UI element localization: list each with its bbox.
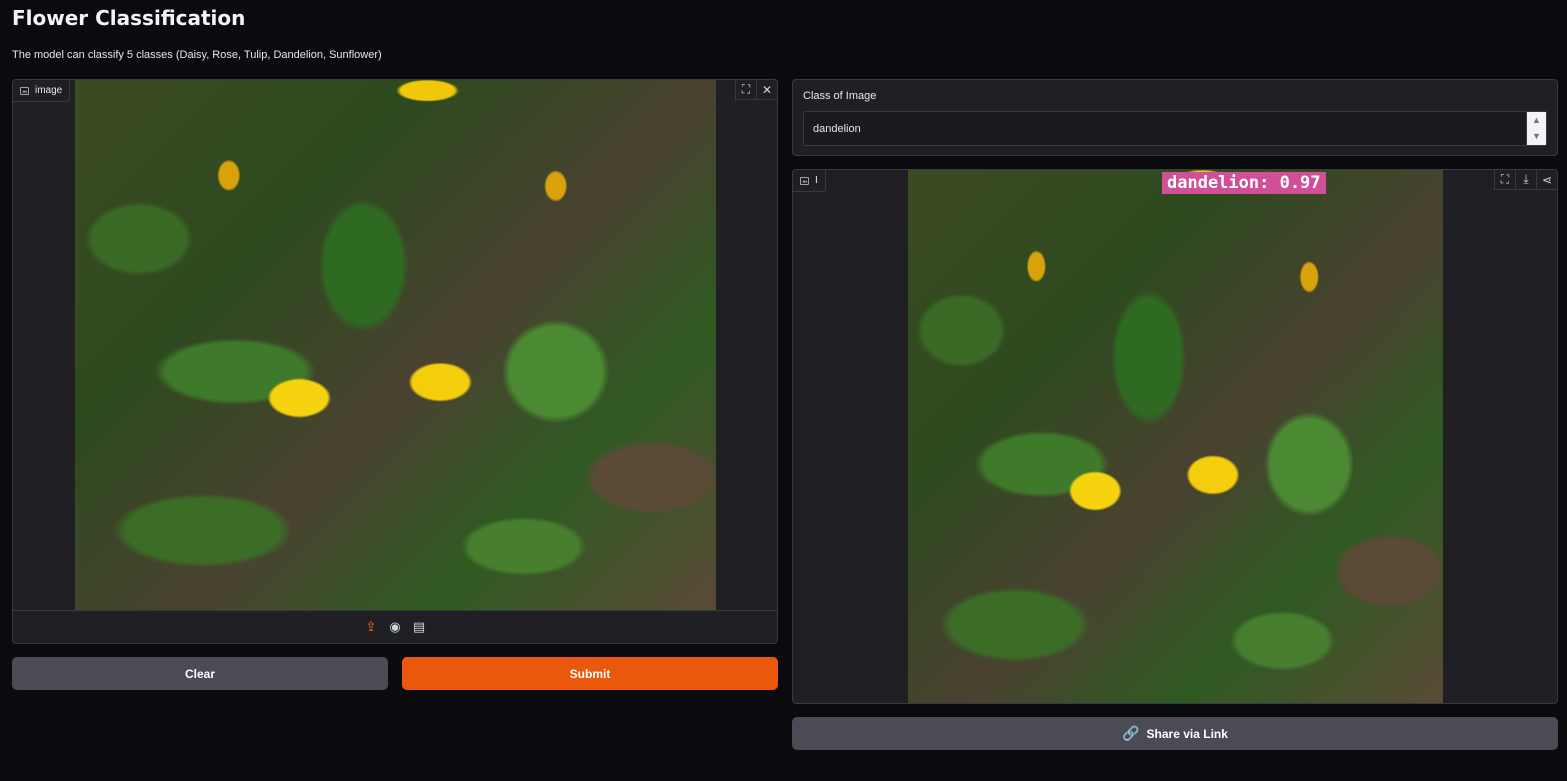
upload-icon[interactable]: ⇪ [364, 619, 378, 635]
image-source-bar: ⇪ ◉ ▤ [13, 610, 777, 643]
class-output-label: Class of Image [803, 90, 877, 102]
page-description: The model can classify 5 classes (Daisy,… [12, 49, 382, 61]
input-image-toolbar: ⛶ ✕ [735, 80, 777, 100]
input-image-label-text: image [35, 85, 63, 96]
fullscreen-icon[interactable]: ⛶ [1494, 170, 1515, 190]
arrow-up-icon[interactable]: ▲ [1532, 115, 1541, 125]
input-image-panel: image ⛶ ✕ ⇪ ◉ ▤ [12, 79, 778, 644]
download-icon[interactable]: ⤓ [1515, 170, 1536, 190]
close-icon[interactable]: ✕ [756, 80, 777, 100]
share-icon[interactable]: ⋖ [1536, 170, 1557, 190]
clipboard-icon[interactable]: ▤ [412, 619, 426, 635]
output-image-label: I [793, 170, 826, 192]
class-output-field[interactable]: dandelion ▲ ▼ [803, 111, 1547, 146]
link-icon: 🔗 [1122, 725, 1140, 741]
output-image-toolbar: ⛶ ⤓ ⋖ [1494, 170, 1557, 190]
clear-button[interactable]: Clear [12, 657, 388, 690]
image-icon [20, 86, 29, 95]
arrow-down-icon[interactable]: ▼ [1532, 132, 1541, 141]
webcam-icon[interactable]: ◉ [388, 619, 402, 635]
input-image[interactable] [75, 80, 716, 610]
output-image-label-text: I [815, 175, 818, 186]
page-title: Flower Classification [12, 6, 246, 30]
output-image: dandelion: 0.97 [908, 170, 1443, 703]
fullscreen-icon[interactable]: ⛶ [735, 80, 756, 100]
input-image-label: image [13, 80, 71, 102]
scroll-spinner[interactable]: ▲ ▼ [1526, 112, 1546, 145]
share-via-link-label: Share via Link [1146, 726, 1228, 741]
class-output-panel: Class of Image dandelion ▲ ▼ [792, 79, 1558, 156]
class-output-value: dandelion [813, 122, 861, 135]
prediction-label-overlay: dandelion: 0.97 [1162, 172, 1326, 194]
submit-button[interactable]: Submit [402, 657, 778, 690]
share-via-link-button[interactable]: 🔗 Share via Link [792, 717, 1558, 750]
image-icon [800, 176, 809, 185]
output-image-panel: I ⛶ ⤓ ⋖ dandelion: 0.97 [792, 169, 1558, 704]
